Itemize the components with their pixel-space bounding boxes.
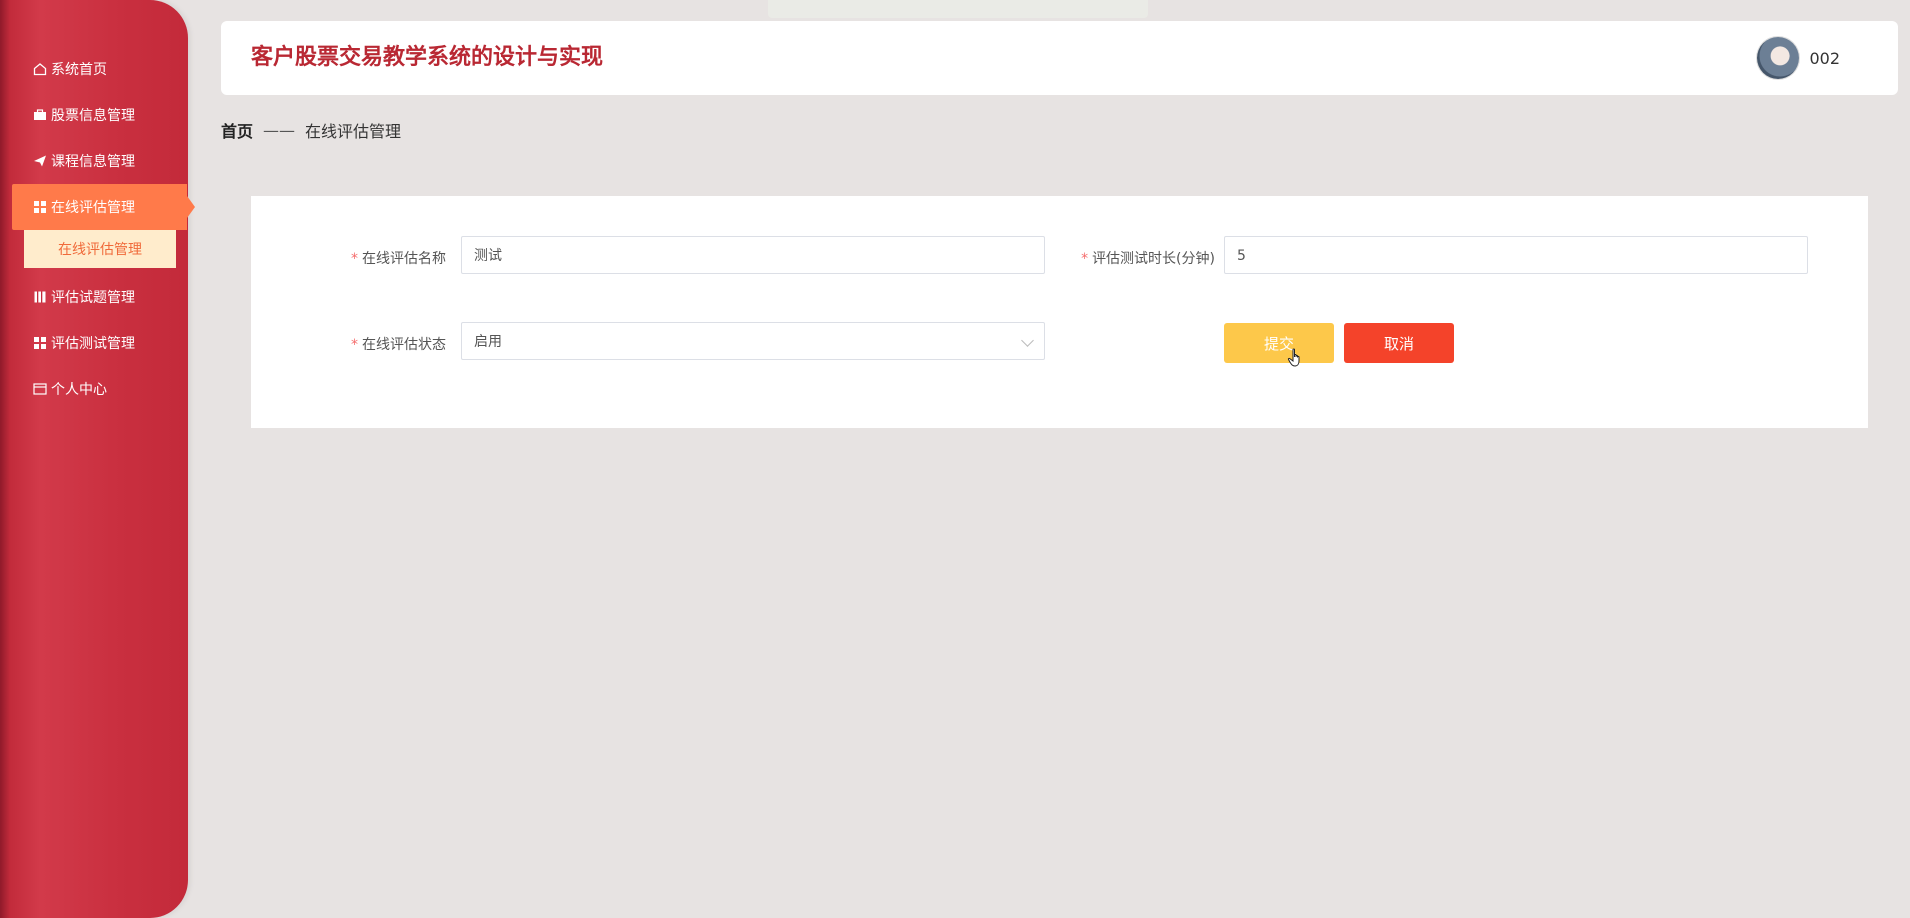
status-selected-value: 启用 [474,334,502,350]
success-toast [768,0,1148,18]
sidebar-item-label: 在线评估管理 [51,200,135,216]
top-header: 客户股票交易教学系统的设计与实现 002 [221,21,1898,95]
avatar[interactable] [1757,37,1800,79]
breadcrumb: 首页 —— 在线评估管理 [221,118,401,142]
username: 002 [1809,48,1840,68]
label-text: 在线评估状态 [362,337,446,353]
briefcase-icon [32,107,48,123]
required-mark: * [351,337,358,353]
sidebar-item-label: 课程信息管理 [51,154,135,170]
sidebar: 系统首页 股票信息管理 课程信息管理 在线评估管理 在线评估管理 评估试题管理 [0,0,195,918]
form-card: * 在线评估名称 测试 * 评估测试时长(分钟) 5 * 在线评估状态 启用 提交 取… [251,196,1868,428]
home-icon [32,61,48,77]
label-text: 在线评估名称 [362,251,446,267]
app-title: 客户股票交易教学系统的设计与实现 [251,45,604,70]
assessment-name-input[interactable]: 测试 [461,236,1045,274]
sidebar-item-question-management[interactable]: 评估试题管理 [0,274,200,320]
assessment-status-select[interactable]: 启用 [461,322,1045,360]
sidebar-item-personal-center[interactable]: 个人中心 [0,366,200,412]
book-icon [32,289,48,305]
sidebar-item-label: 评估试题管理 [51,290,135,306]
submit-button[interactable]: 提交 [1224,323,1334,363]
sidebar-menu: 系统首页 股票信息管理 课程信息管理 在线评估管理 在线评估管理 评估试题管理 [0,46,200,412]
assessment-status-label: * 在线评估状态 [286,334,446,354]
sidebar-item-course-info[interactable]: 课程信息管理 [0,138,200,184]
user-menu[interactable]: 002 [1757,37,1840,79]
sidebar-item-home[interactable]: 系统首页 [0,46,200,92]
breadcrumb-home[interactable]: 首页 [221,118,253,142]
hand-cursor-icon [1287,348,1300,367]
grid-icon [32,335,48,351]
assessment-name-label: * 在线评估名称 [286,248,446,268]
test-duration-label: * 评估测试时长(分钟) [1051,248,1215,268]
wallet-icon [32,381,48,397]
sidebar-item-label: 股票信息管理 [51,108,135,124]
label-text: 评估测试时长(分钟) [1092,251,1215,267]
required-mark: * [351,251,358,267]
sidebar-item-label: 系统首页 [51,62,107,78]
cancel-button[interactable]: 取消 [1344,323,1454,363]
sidebar-item-online-assessment[interactable]: 在线评估管理 [12,184,195,230]
breadcrumb-current: 在线评估管理 [305,122,402,141]
grid-icon [32,199,48,215]
sidebar-item-stock-info[interactable]: 股票信息管理 [0,92,200,138]
submenu-item-online-assessment[interactable]: 在线评估管理 [24,230,176,268]
test-duration-input[interactable]: 5 [1224,236,1808,274]
sidebar-item-label: 个人中心 [51,382,107,398]
required-mark: * [1081,251,1089,267]
breadcrumb-separator: —— [263,120,296,140]
send-icon [32,153,48,169]
sidebar-item-test-management[interactable]: 评估测试管理 [0,320,200,366]
chevron-down-icon [1021,334,1034,347]
sidebar-item-label: 评估测试管理 [51,336,135,352]
